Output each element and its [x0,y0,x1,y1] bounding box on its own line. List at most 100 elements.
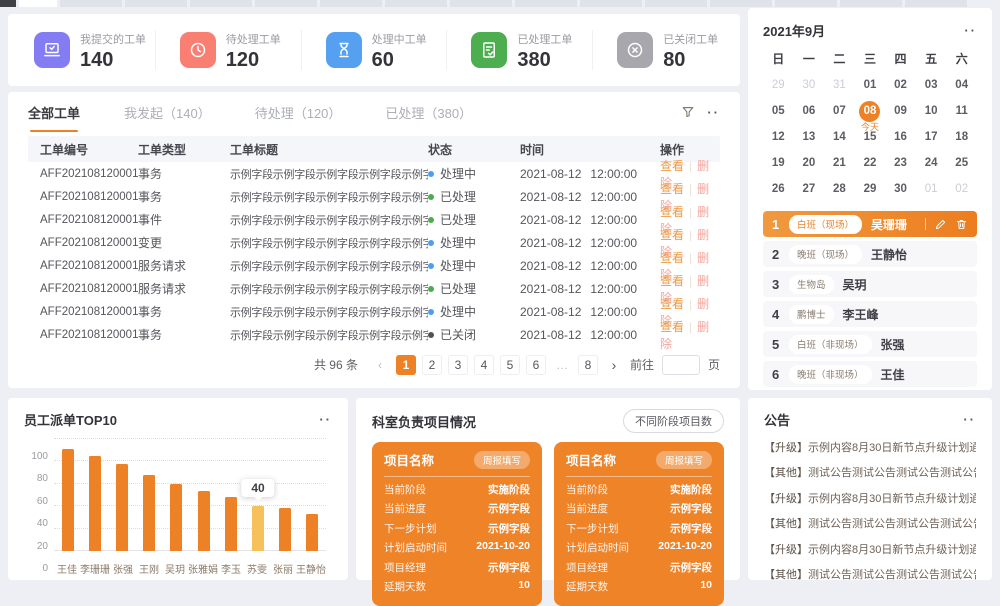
view-link[interactable]: 查看 [660,320,684,334]
tab-1[interactable]: 我发起（140） [124,103,211,122]
calendar-day[interactable]: 11 [946,98,977,124]
calendar-day[interactable]: 01 [855,72,886,98]
calendar-day[interactable]: 17 [916,124,947,150]
field-value: 示例字段 [488,521,530,536]
tab-3[interactable]: 已处理（380） [385,103,472,122]
chart-bar[interactable] [306,514,318,551]
calendar-day[interactable]: 27 [794,176,825,202]
calendar-day[interactable]: 10 [916,98,947,124]
announcement-item[interactable]: 【其他】测试公告测试公告测试公告测试公告测试公告 [764,464,976,480]
view-link[interactable]: 查看 [660,228,684,242]
calendar-day[interactable]: 04 [946,72,977,98]
view-link[interactable]: 查看 [660,251,684,265]
more-icon[interactable]: ·· [707,105,720,120]
calendar-day[interactable]: 19 [763,150,794,176]
calendar-day[interactable]: 20 [794,150,825,176]
stat-value: 60 [372,50,427,70]
announcement-item[interactable]: 【升级】示例内容8月30日新节点升级计划通知 [764,490,976,506]
x-tick-label: 李玉 [218,561,244,577]
calendar-day[interactable]: 09 [885,98,916,124]
view-link[interactable]: 查看 [660,182,684,196]
calendar-day[interactable]: 29 [763,72,794,98]
calendar-day[interactable]: 07 [824,98,855,124]
chart-bar[interactable] [143,475,155,551]
calendar-day[interactable]: 05 [763,98,794,124]
calendar-day[interactable]: 02 [946,176,977,202]
page-button-8[interactable]: 8 [578,355,598,375]
calendar-day[interactable]: 25 [946,150,977,176]
calendar-day[interactable]: 29 [855,176,886,202]
view-link[interactable]: 查看 [660,159,684,173]
stage-count-button[interactable]: 不同阶段项目数 [623,409,724,433]
order-id: AFF202108120001 [28,168,138,180]
calendar-day[interactable]: 03 [916,72,947,98]
more-icon[interactable]: ·· [963,412,976,427]
calendar-day[interactable]: 31 [824,72,855,98]
calendar-day[interactable]: 24 [916,150,947,176]
column-header: 工单类型 [138,141,230,158]
pagination: 共 96 条‹123456…8›前往页 [28,346,720,383]
weekly-report-button[interactable]: 周报填写 [656,451,712,469]
chart-bar[interactable] [252,506,264,551]
calendar-day[interactable]: 15 [855,124,886,150]
time: 12:00:00 [590,328,637,342]
calendar-day[interactable]: 18 [946,124,977,150]
page-button-4[interactable]: 4 [474,355,494,375]
announcement-item[interactable]: 【其他】测试公告测试公告测试公告测试公告测试公告 [764,566,976,582]
announcement-item[interactable]: 【其他】测试公告测试公告测试公告测试公告测试公告 [764,515,976,531]
chart-bar[interactable] [62,449,74,551]
page-button-3[interactable]: 3 [448,355,468,375]
calendar-day[interactable]: 21 [824,150,855,176]
view-link[interactable]: 查看 [660,274,684,288]
calendar-day[interactable]: 23 [885,150,916,176]
tab-0[interactable]: 全部工单 [28,103,80,122]
calendar-day[interactable]: 12 [763,124,794,150]
trash-icon[interactable] [955,218,968,231]
more-icon[interactable]: ·· [319,412,332,427]
chart-bar[interactable] [89,456,101,551]
calendar-day[interactable]: 26 [763,176,794,202]
calendar-day[interactable]: 13 [794,124,825,150]
chart-bar[interactable] [170,484,182,551]
calendar-day[interactable]: 01 [916,176,947,202]
calendar-day[interactable]: 30 [885,176,916,202]
goto-page-input[interactable] [662,355,700,375]
announcement-item[interactable]: 【升级】示例内容8月30日新节点升级计划通知 [764,439,976,455]
calendar-day[interactable]: 22 [855,150,886,176]
person-name: 王佳 [881,366,905,383]
page-button-1[interactable]: 1 [396,355,416,375]
filter-icon[interactable] [681,105,695,119]
schedule-index: 2 [772,247,789,262]
tab-2[interactable]: 待处理（120） [255,103,342,122]
schedule-row[interactable]: 1白班（现场）吴珊珊 [763,211,977,237]
calendar-day[interactable]: 06 [794,98,825,124]
page-button-6[interactable]: 6 [526,355,546,375]
schedule-row[interactable]: 5白班（非现场）张强 [763,331,977,357]
schedule-row[interactable]: 6晚班（非现场）王佳 [763,361,977,387]
chart-bar[interactable] [279,508,291,551]
announcement-item[interactable]: 【升级】示例内容8月30日新节点升级计划通知 [764,541,976,557]
next-page-button[interactable]: › [604,355,624,375]
calendar-day[interactable]: 30 [794,72,825,98]
schedule-row[interactable]: 4鹏博士李王峰 [763,301,977,327]
page-button-2[interactable]: 2 [422,355,442,375]
edit-icon[interactable] [934,218,947,231]
more-icon[interactable]: ·· [964,23,977,38]
chart-bar[interactable] [225,497,237,551]
view-link[interactable]: 查看 [660,205,684,219]
schedule-row[interactable]: 3生物岛吴玥 [763,271,977,297]
view-link[interactable]: 查看 [660,297,684,311]
calendar-day[interactable]: 08今天 [855,98,886,124]
calendar-day[interactable]: 14 [824,124,855,150]
calendar-day[interactable]: 16 [885,124,916,150]
chart-bar[interactable] [116,464,128,551]
calendar-day[interactable]: 28 [824,176,855,202]
prev-page-button[interactable]: ‹ [370,355,390,375]
weekday-header: 四 [885,46,916,72]
chart-bar[interactable] [198,491,210,551]
weekly-report-button[interactable]: 周报填写 [474,451,530,469]
schedule-row[interactable]: 2晚班（现场）王静怡 [763,241,977,267]
calendar-day[interactable]: 02 [885,72,916,98]
y-tick-label: 40 [24,518,48,529]
page-button-5[interactable]: 5 [500,355,520,375]
